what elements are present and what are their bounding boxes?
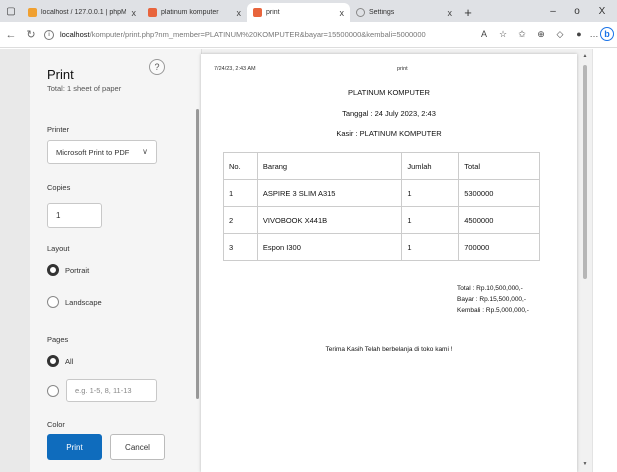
bayar-line: Bayar : Rp.15,500,000,- (457, 296, 527, 303)
receipt-table: No. Barang Jumlah Total 1 ASPIRE 3 SLIM … (223, 152, 540, 261)
tab-settings[interactable]: Settings x (350, 3, 458, 22)
panel-scrollbar[interactable] (196, 109, 199, 399)
tab-close-icon[interactable]: x (340, 8, 345, 18)
page-background (0, 49, 30, 472)
profile-icon[interactable]: ● (571, 26, 587, 42)
preview-doc-title: print (397, 66, 408, 72)
pages-all-option[interactable]: All (47, 355, 73, 367)
copies-label: Copies (47, 183, 71, 192)
radio-selected-icon[interactable] (47, 264, 59, 276)
tab-actions-icon[interactable]: ▢ (0, 0, 22, 22)
page-favicon-icon (253, 8, 262, 17)
printer-label: Printer (47, 125, 70, 134)
phpmyadmin-favicon-icon (28, 8, 37, 17)
scroll-down-icon[interactable]: ▼ (581, 461, 589, 467)
browser-sidebar (592, 49, 617, 472)
read-aloud-icon[interactable]: A (476, 26, 492, 42)
minimize-button[interactable]: – (541, 0, 565, 22)
help-icon[interactable]: ? (149, 59, 165, 75)
info-icon[interactable]: i (44, 29, 54, 40)
date-line: Tanggal : 24 July 2023, 2:43 (342, 109, 436, 118)
close-window-button[interactable]: X (590, 0, 614, 22)
table-cell: 2 (223, 206, 258, 234)
preview-datetime: 7/24/23, 2:43 AM (214, 66, 256, 72)
table-cell: 1 (401, 179, 460, 207)
table-row: 3 Espon I300 1 700000 (223, 233, 540, 261)
radio-selected-icon[interactable] (47, 355, 59, 367)
refresh-icon[interactable]: ↻ (22, 26, 40, 44)
copies-input[interactable]: 1 (47, 203, 102, 228)
print-panel: Print Total: 1 sheet of paper ? Printer … (30, 49, 202, 472)
store-name: PLATINUM KOMPUTER (348, 88, 430, 97)
cancel-button[interactable]: Cancel (110, 434, 165, 460)
new-tab-button[interactable]: + (458, 3, 478, 22)
pages-custom-option[interactable] (47, 385, 65, 397)
tab-bar: ▢ localhost / 127.0.0.1 | phpMyAdmin x p… (0, 0, 617, 22)
column-header: Barang (256, 152, 403, 180)
content-area: Print Total: 1 sheet of paper ? Printer … (0, 49, 617, 472)
chevron-down-icon: ∨ (142, 147, 148, 156)
layout-landscape-option[interactable]: Landscape (47, 296, 102, 308)
tab-close-icon[interactable]: x (132, 8, 137, 18)
table-cell: 3 (223, 233, 258, 261)
url-field[interactable]: i localhost/komputer/print.php?nm_member… (44, 29, 444, 40)
favorites-icon[interactable]: ✩ (514, 26, 530, 42)
scroll-up-icon[interactable]: ▲ (581, 53, 589, 59)
maximize-button[interactable]: o (565, 0, 589, 22)
copilot-icon[interactable]: b (600, 27, 614, 41)
table-cell: 700000 (458, 233, 540, 261)
tab-close-icon[interactable]: x (237, 8, 242, 18)
totals-block: Total : Rp.10,500,000,- Bayar : Rp.15,50… (457, 283, 529, 316)
radio-icon[interactable] (47, 296, 59, 308)
table-cell: 1 (401, 233, 460, 261)
print-preview-page: 7/24/23, 2:43 AM print PLATINUM KOMPUTER… (201, 54, 577, 472)
radio-icon[interactable] (47, 385, 59, 397)
total-line: Total : Rp.10,500,000,- (457, 285, 523, 292)
tab-close-icon[interactable]: x (448, 8, 453, 18)
pages-label: Pages (47, 335, 69, 344)
tab-platinum-komputer[interactable]: platinum komputer x (142, 3, 247, 22)
pages-range-input[interactable]: e.g. 1-5, 8, 11-13 (66, 379, 157, 402)
column-header: Jumlah (401, 152, 460, 180)
page-favicon-icon (148, 8, 157, 17)
sheet-count: Total: 1 sheet of paper (47, 84, 122, 93)
thanks-message: Terima Kasih Telah berbelanja di toko ka… (325, 346, 453, 353)
print-button[interactable]: Print (47, 434, 102, 460)
tab-print[interactable]: print x (247, 3, 350, 22)
favorite-star-icon[interactable]: ☆ (495, 26, 511, 42)
tab-phpmyadmin[interactable]: localhost / 127.0.0.1 | phpMyAdmin x (22, 3, 142, 22)
table-cell: 1 (401, 206, 460, 234)
layout-label: Layout (47, 244, 70, 253)
layout-portrait-option[interactable]: Portrait (47, 264, 89, 276)
table-row: 2 VIVOBOOK X441B 1 4500000 (223, 206, 540, 234)
table-cell: 5300000 (458, 179, 540, 207)
table-cell: 1 (223, 179, 258, 207)
table-cell: 4500000 (458, 206, 540, 234)
table-header-row: No. Barang Jumlah Total (223, 152, 540, 180)
collections-icon[interactable]: ⊕ (533, 26, 549, 42)
table-cell: VIVOBOOK X441B (256, 206, 403, 234)
printer-select[interactable]: Microsoft Print to PDF ∨ (47, 140, 157, 164)
preview-scrollbar-thumb[interactable] (583, 65, 587, 279)
gear-icon (356, 8, 365, 17)
print-title: Print (47, 67, 74, 82)
table-cell: ASPIRE 3 SLIM A315 (256, 179, 403, 207)
extension-icon[interactable]: ◇ (552, 26, 568, 42)
table-cell: Espon I300 (256, 233, 403, 261)
cashier-line: Kasir : PLATINUM KOMPUTER (336, 129, 442, 138)
column-header: No. (223, 152, 258, 180)
column-header: Total (458, 152, 540, 180)
back-arrow-icon[interactable]: ← (2, 26, 20, 44)
kembali-line: Kembali : Rp.5,000,000,- (457, 307, 529, 314)
table-row: 1 ASPIRE 3 SLIM A315 1 5300000 (223, 179, 540, 207)
